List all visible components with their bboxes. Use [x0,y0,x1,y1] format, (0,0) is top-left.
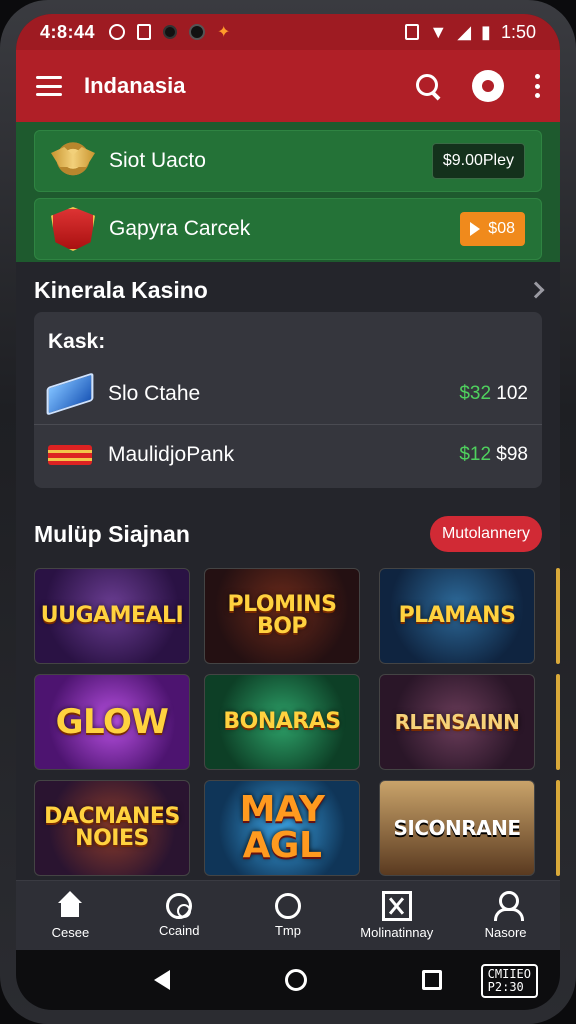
system-badge: CMIIEO P2:30 [480,964,538,999]
game-title: MAY AGL [239,789,325,866]
notification-dot-icon [189,24,206,40]
game-tile[interactable]: DACMANES NOIES [34,780,190,876]
amount-value: 102 [496,383,528,404]
game-title: PLAMANS [398,603,516,628]
nav-item-promotions[interactable]: Molinatinnay [342,881,451,950]
home-button-icon[interactable] [284,969,307,991]
ticket-icon [46,372,94,416]
notification-app-icon [137,24,152,40]
game-tile[interactable]: BONARAS [204,674,360,770]
game-tile[interactable]: SICONRANE [379,780,535,876]
wifi-icon: ▼ [429,21,448,42]
app-title: Indanasia [84,73,186,98]
game-title: PLOMINS BOP [227,592,337,639]
promo-play-button[interactable]: $9.00Pley [431,143,525,179]
settings-icon[interactable] [472,70,504,102]
nav-item-tmp[interactable]: Tmp [234,881,343,950]
nav-label: Molinatinnay [360,925,434,940]
user-icon [491,891,524,921]
search-icon[interactable] [414,72,442,100]
list-item[interactable]: MaulidjoPank $12 $98 [34,424,542,484]
game-tile[interactable]: UUGAMEALI [34,568,190,664]
game-tile[interactable]: GLOW [34,674,190,770]
promo-play-button[interactable]: $08 [460,212,525,246]
notification-spark-icon: ✦ [217,24,231,41]
game-tile[interactable]: PLAMANS [379,568,535,664]
more-options-icon[interactable] [534,74,540,98]
promo-label: Siot Uacto [109,149,206,172]
game-title: DACMANES NOIES [44,804,180,851]
game-grid: UUGAMEALI PLOMINS BOP PLAMANS GLOW BONAR… [34,568,560,880]
back-icon[interactable] [153,970,170,990]
next-tile-edge [556,568,560,664]
battery-saver-icon [405,24,420,40]
phone-frame: 4:8:44 ✦ ▼ ◢ ▮ 1:50 Indanasia Siot Uacto… [0,0,576,1024]
nav-label: Cesee [51,925,90,940]
game-title: RLENSAINN [394,710,520,734]
screen: 4:8:44 ✦ ▼ ◢ ▮ 1:50 Indanasia Siot Uacto… [16,14,560,1010]
game-title: GLOW [55,702,169,742]
nav-label: Ccaind [158,923,200,938]
next-tile-edge [556,780,560,876]
bottom-navigation: Cesee Ccaind Tmp Molinatinnay Nasore [16,880,560,950]
list-item-label: Slo Ctahe [108,382,201,405]
signal-icon: ◢ [457,21,472,42]
game-tile[interactable]: MAY AGL [204,780,360,876]
card-title: Kask: [48,330,106,353]
list-item-amount: $12 $98 [459,444,528,466]
list-item-label: MaulidjoPank [108,442,235,466]
game-tile[interactable]: RLENSAINN [379,674,535,770]
status-bar: 4:8:44 ✦ ▼ ◢ ▮ 1:50 [16,14,560,50]
badge-line: P2:30 [487,980,524,995]
nav-item-home[interactable]: Cesee [16,881,125,950]
section-header-kasino: Kinerala Kasino [34,270,545,310]
chip-icon [166,893,193,919]
promo-button-label: $08 [488,220,515,237]
status-notification-icons: ✦ [109,22,230,42]
amount-currency: $32 [459,383,492,404]
nav-label: Nasore [484,925,527,940]
chevron-right-icon[interactable] [527,281,545,299]
play-icon [470,222,481,236]
box-icon [381,891,412,921]
balance-card: Kask: Slo Ctahe $32 102 MaulidjoPank $12… [34,312,542,488]
notification-circle-icon [109,24,126,40]
shield-emblem-icon [51,207,95,251]
notification-game-icon [163,25,178,39]
system-navigation-bar: CMIIEO P2:30 [16,950,560,1010]
game-title: UUGAMEALI [40,603,184,628]
section-title: Mulüp Siajnan [34,520,190,547]
menu-icon[interactable] [36,76,62,96]
list-item-amount: $32 102 [459,383,528,405]
promo-row[interactable]: Gapyra Carcek $08 [34,198,542,260]
nav-label: Tmp [274,923,301,938]
status-system-icons: ▼ ◢ ▮ 1:50 [405,22,536,43]
nav-item-casino[interactable]: Ccaind [125,881,234,950]
section-title: Kinerala Kasino [34,276,208,303]
view-all-button[interactable]: Mutolannery [429,516,542,552]
eagle-emblem-icon [51,139,95,183]
status-right-time: 1:50 [500,21,536,42]
next-tile-edge [556,674,560,770]
nav-item-profile[interactable]: Nasore [451,881,560,950]
battery-icon: ▮ [481,21,491,42]
game-title: BONARAS [223,709,341,734]
recent-apps-icon[interactable] [422,970,443,990]
status-time: 4:8:44 [40,21,96,42]
game-tile[interactable]: PLOMINS BOP [204,568,360,664]
promo-row[interactable]: Siot Uacto $9.00Pley [34,130,542,192]
app-bar-actions [414,70,540,102]
promo-label: Gapyra Carcek [109,217,251,240]
promo-section: Siot Uacto $9.00Pley Gapyra Carcek $08 [16,122,560,262]
chips-icon [48,444,92,465]
section-header-games: Mulüp Siajnan Mutolannery [34,514,542,554]
circle-icon [274,893,301,919]
list-item[interactable]: Slo Ctahe $32 102 [34,364,542,424]
home-icon [55,891,85,921]
app-bar: Indanasia [16,50,560,122]
game-title: SICONRANE [393,816,521,840]
amount-value: $98 [496,443,528,465]
amount-currency: $12 [459,443,492,465]
